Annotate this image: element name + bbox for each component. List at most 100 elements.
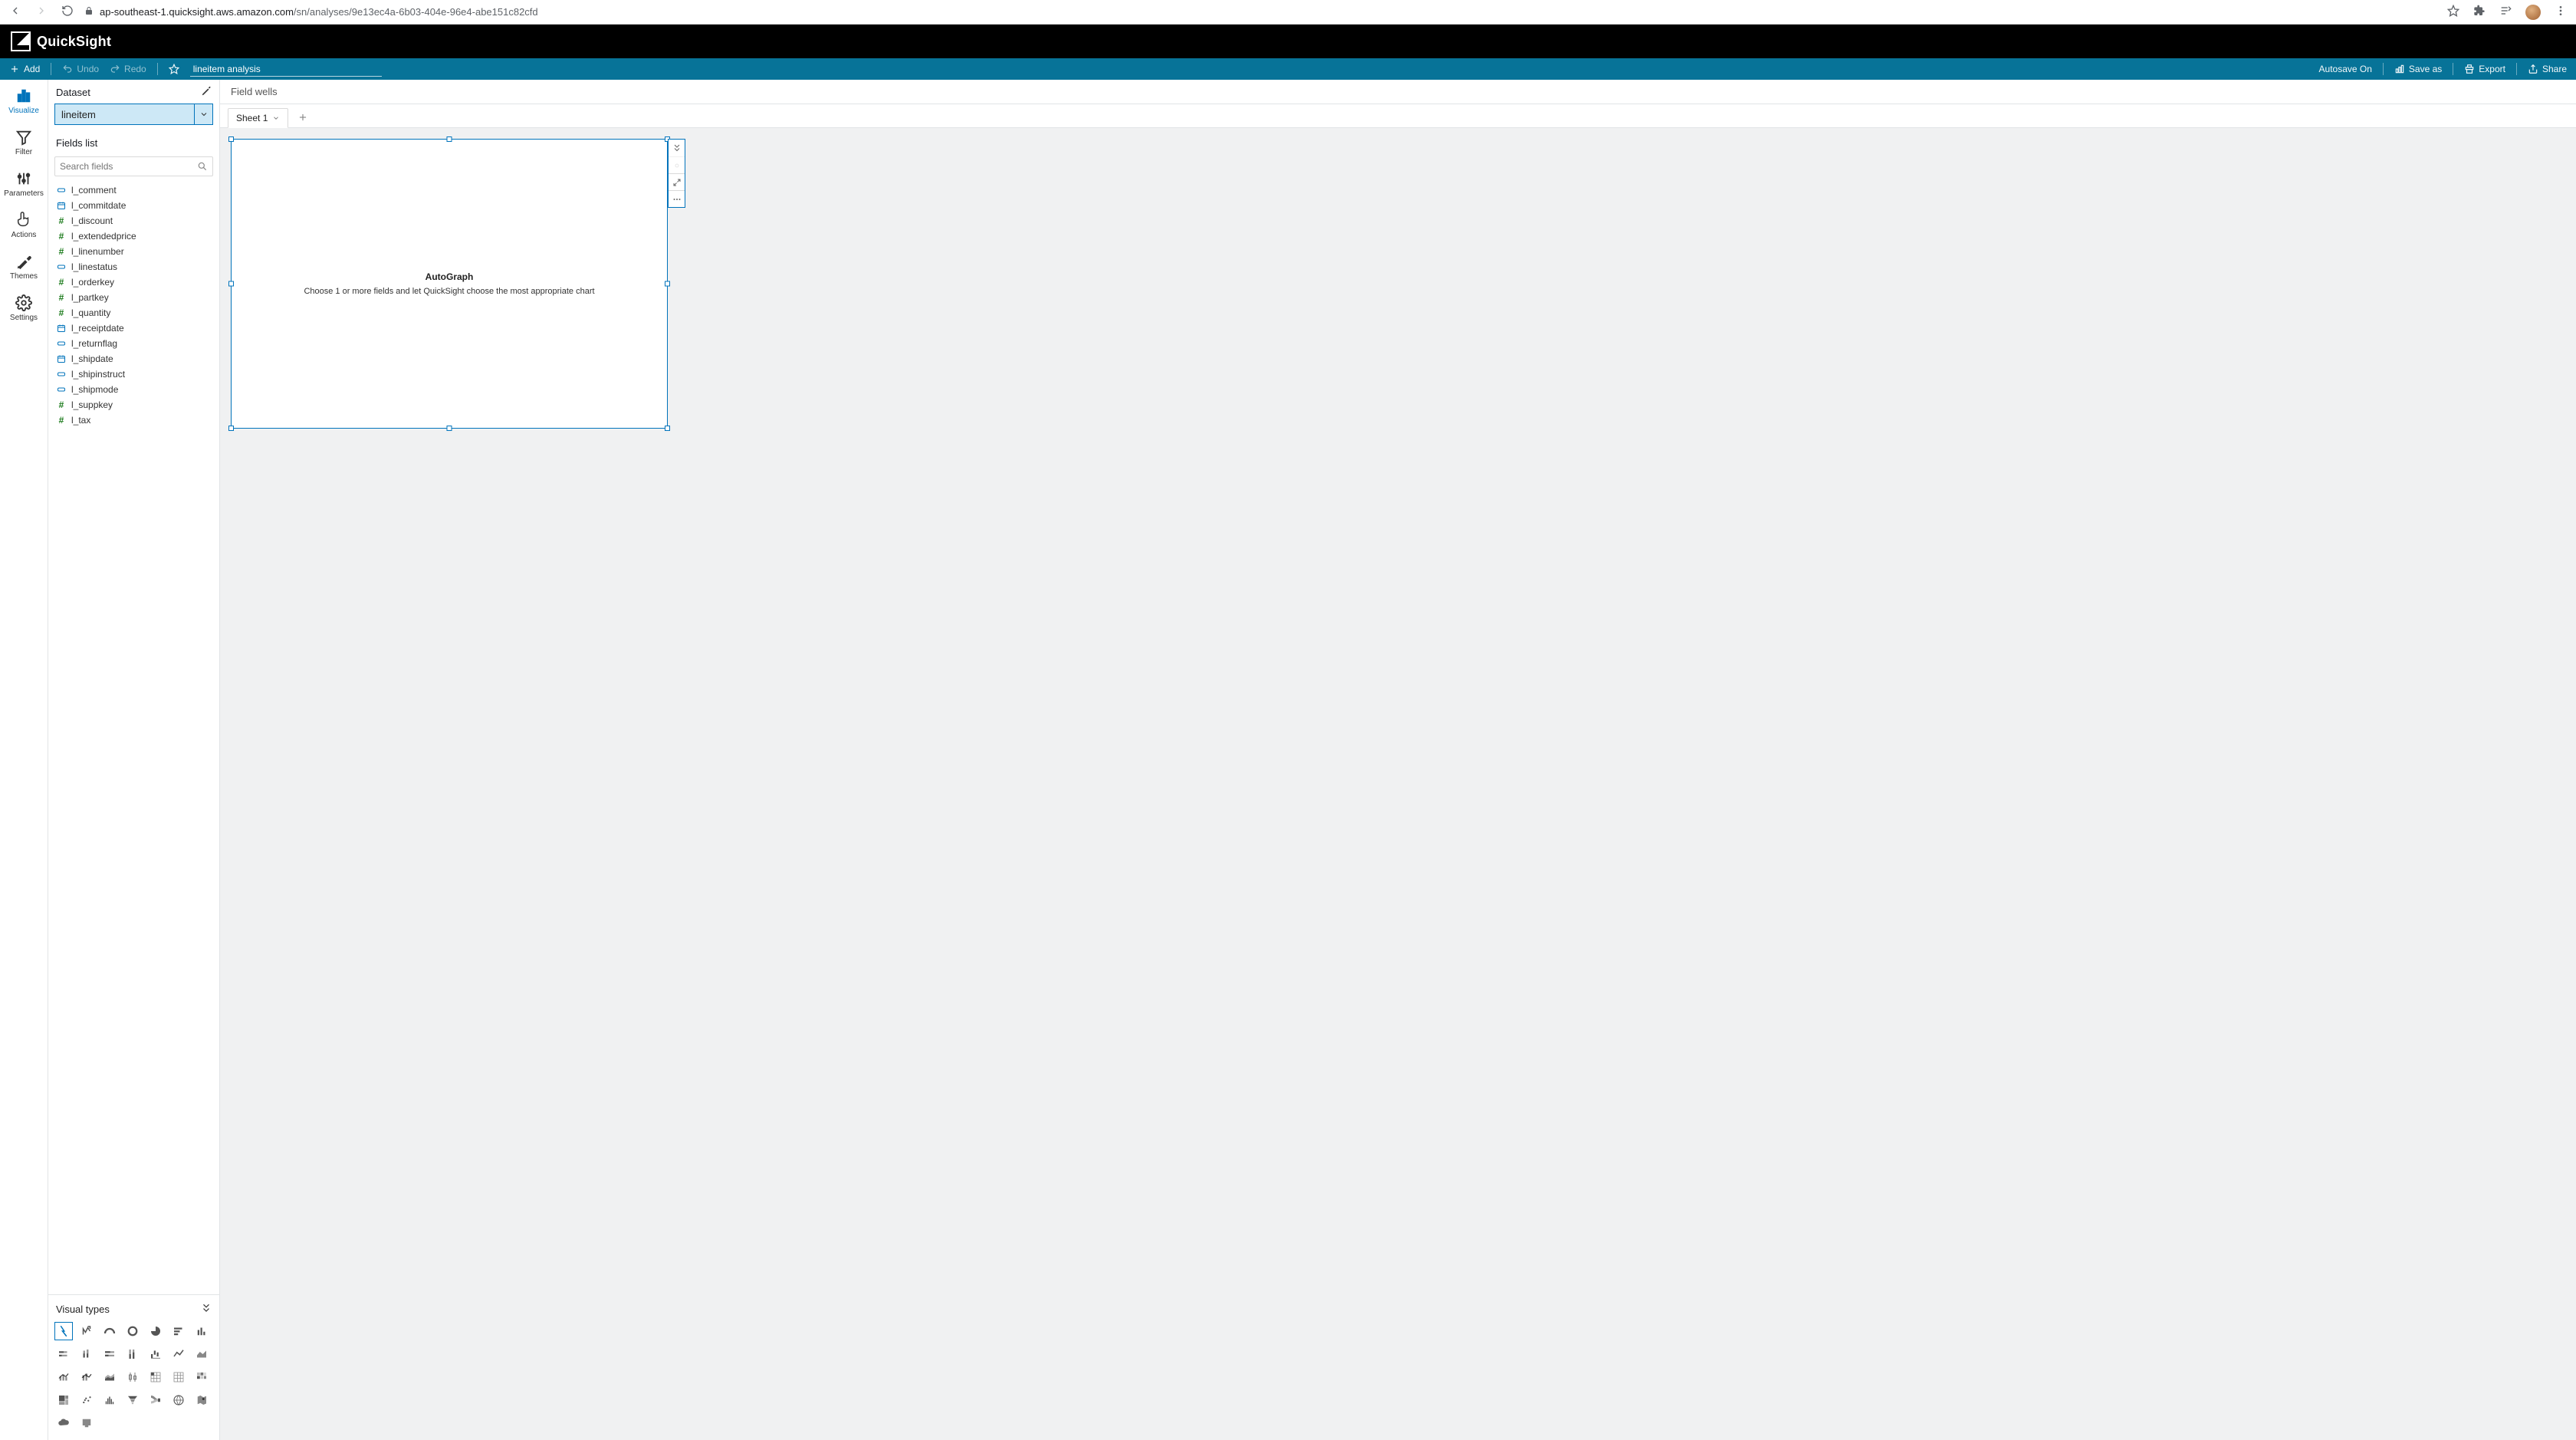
- visual-type-heatmap[interactable]: [192, 1368, 211, 1386]
- rail-visualize[interactable]: Visualize: [8, 87, 39, 115]
- extensions-icon[interactable]: [2473, 5, 2486, 19]
- field-row[interactable]: #l_extendedprice: [53, 228, 215, 244]
- visual-type-table[interactable]: [169, 1368, 188, 1386]
- resize-handle[interactable]: [228, 281, 234, 287]
- visual-type-hstack[interactable]: [54, 1345, 73, 1363]
- number-field-icon: #: [56, 307, 67, 318]
- visual-type-treemap[interactable]: [54, 1391, 73, 1409]
- field-row[interactable]: #l_linenumber: [53, 244, 215, 259]
- resize-handle[interactable]: [228, 426, 234, 431]
- browser-url[interactable]: ap-southeast-1.quicksight.aws.amazon.com…: [100, 6, 538, 18]
- add-button[interactable]: Add: [9, 64, 40, 74]
- export-button[interactable]: Export: [2464, 64, 2505, 74]
- reading-list-icon[interactable]: [2499, 5, 2512, 19]
- visual-type-combo1[interactable]: [54, 1368, 73, 1386]
- field-row[interactable]: #l_discount: [53, 213, 215, 228]
- visual-type-waterfall[interactable]: [146, 1345, 165, 1363]
- favorite-button[interactable]: [169, 64, 179, 74]
- add-sheet-button[interactable]: [294, 109, 311, 126]
- visual-focus-icon[interactable]: [669, 156, 685, 173]
- app-name: QuickSight: [37, 34, 111, 50]
- resize-handle[interactable]: [665, 426, 670, 431]
- profile-avatar[interactable]: [2525, 5, 2541, 20]
- share-button[interactable]: Share: [2528, 64, 2567, 74]
- field-row[interactable]: l_shipmode: [53, 382, 215, 397]
- visual-type-donut[interactable]: [123, 1322, 142, 1340]
- browser-back-icon[interactable]: [9, 5, 21, 19]
- analysis-name-input[interactable]: lineitem analysis: [190, 62, 382, 77]
- field-row[interactable]: #l_partkey: [53, 290, 215, 305]
- visual-type-areastack[interactable]: [100, 1368, 119, 1386]
- search-fields-input[interactable]: [54, 156, 213, 176]
- visual-type-vstack[interactable]: [77, 1345, 96, 1363]
- left-rail: Visualize Filter Parameters Actions Them…: [0, 80, 48, 1440]
- browser-reload-icon[interactable]: [61, 5, 74, 19]
- visual-type-pie[interactable]: [146, 1322, 165, 1340]
- star-icon[interactable]: [2447, 5, 2459, 19]
- fields-list-label: Fields list: [48, 131, 219, 153]
- resize-handle[interactable]: [228, 136, 234, 142]
- sheet-tab-1[interactable]: Sheet 1: [228, 108, 288, 128]
- visual-type-vbar[interactable]: [192, 1322, 211, 1340]
- visual-type-line[interactable]: [169, 1345, 188, 1363]
- field-row[interactable]: l_shipinstruct: [53, 367, 215, 382]
- kebab-menu-icon[interactable]: [2555, 5, 2567, 19]
- dataset-select[interactable]: lineitem: [54, 104, 213, 125]
- visual-type-scatter[interactable]: [77, 1391, 96, 1409]
- field-row[interactable]: l_commitdate: [53, 198, 215, 213]
- field-wells-bar[interactable]: Field wells: [220, 80, 2576, 104]
- redo-button[interactable]: Redo: [110, 64, 146, 74]
- visual-type-insight[interactable]: [77, 1414, 96, 1432]
- visual-more-icon[interactable]: [669, 190, 685, 207]
- field-row[interactable]: l_comment: [53, 182, 215, 198]
- visual-type-filledmap[interactable]: [192, 1391, 211, 1409]
- visual-type-gauge[interactable]: [100, 1322, 119, 1340]
- resize-handle[interactable]: [665, 281, 670, 287]
- field-row[interactable]: #l_tax: [53, 413, 215, 428]
- visual-type-combo2[interactable]: [77, 1368, 96, 1386]
- browser-chrome: ap-southeast-1.quicksight.aws.amazon.com…: [0, 0, 2576, 25]
- visual-type-sankey[interactable]: [146, 1391, 165, 1409]
- field-name: l_suppkey: [71, 399, 113, 410]
- chevron-down-icon: [194, 104, 212, 124]
- field-row[interactable]: #l_quantity: [53, 305, 215, 321]
- string-field-icon: [56, 186, 67, 195]
- visual-type-pivot[interactable]: [146, 1368, 165, 1386]
- edit-dataset-icon[interactable]: [201, 86, 212, 99]
- field-row[interactable]: l_returnflag: [53, 336, 215, 351]
- rail-settings[interactable]: Settings: [10, 294, 38, 322]
- visual-type-autograph[interactable]: [54, 1322, 73, 1340]
- visual-type-hbar[interactable]: [169, 1322, 188, 1340]
- browser-forward-icon[interactable]: [35, 5, 48, 19]
- rail-filter[interactable]: Filter: [15, 129, 32, 156]
- rail-actions[interactable]: Actions: [12, 212, 37, 239]
- visual-frame[interactable]: AutoGraph Choose 1 or more fields and le…: [231, 139, 668, 429]
- field-row[interactable]: #l_suppkey: [53, 397, 215, 413]
- visual-type-v100[interactable]: [123, 1345, 142, 1363]
- field-name: l_linestatus: [71, 261, 117, 272]
- rail-themes[interactable]: Themes: [10, 253, 38, 281]
- resize-handle[interactable]: [447, 426, 452, 431]
- visual-type-wordcloud[interactable]: [54, 1414, 73, 1432]
- visual-maximize-icon[interactable]: [669, 173, 685, 190]
- collapse-visual-types-icon[interactable]: [201, 1303, 212, 1316]
- rail-parameters[interactable]: Parameters: [4, 170, 44, 198]
- save-as-button[interactable]: Save as: [2394, 64, 2442, 74]
- visual-expand-menu-icon[interactable]: [669, 140, 685, 156]
- fields-list: l_commentl_commitdate#l_discount#l_exten…: [48, 181, 219, 1294]
- visual-type-boxplot[interactable]: [123, 1368, 142, 1386]
- field-row[interactable]: l_receiptdate: [53, 321, 215, 336]
- visual-type-geomap[interactable]: [169, 1391, 188, 1409]
- visual-type-h100[interactable]: [100, 1345, 119, 1363]
- visual-type-funnel[interactable]: [123, 1391, 142, 1409]
- visual-type-histogram[interactable]: [100, 1391, 119, 1409]
- field-row[interactable]: l_shipdate: [53, 351, 215, 367]
- string-field-icon: [56, 370, 67, 379]
- field-row[interactable]: l_linestatus: [53, 259, 215, 275]
- field-row[interactable]: #l_orderkey: [53, 275, 215, 290]
- visual-type-kpi[interactable]: [77, 1322, 96, 1340]
- autosave-toggle[interactable]: Autosave On: [2319, 64, 2372, 74]
- resize-handle[interactable]: [447, 136, 452, 142]
- visual-type-area[interactable]: [192, 1345, 211, 1363]
- undo-button[interactable]: Undo: [62, 64, 99, 74]
